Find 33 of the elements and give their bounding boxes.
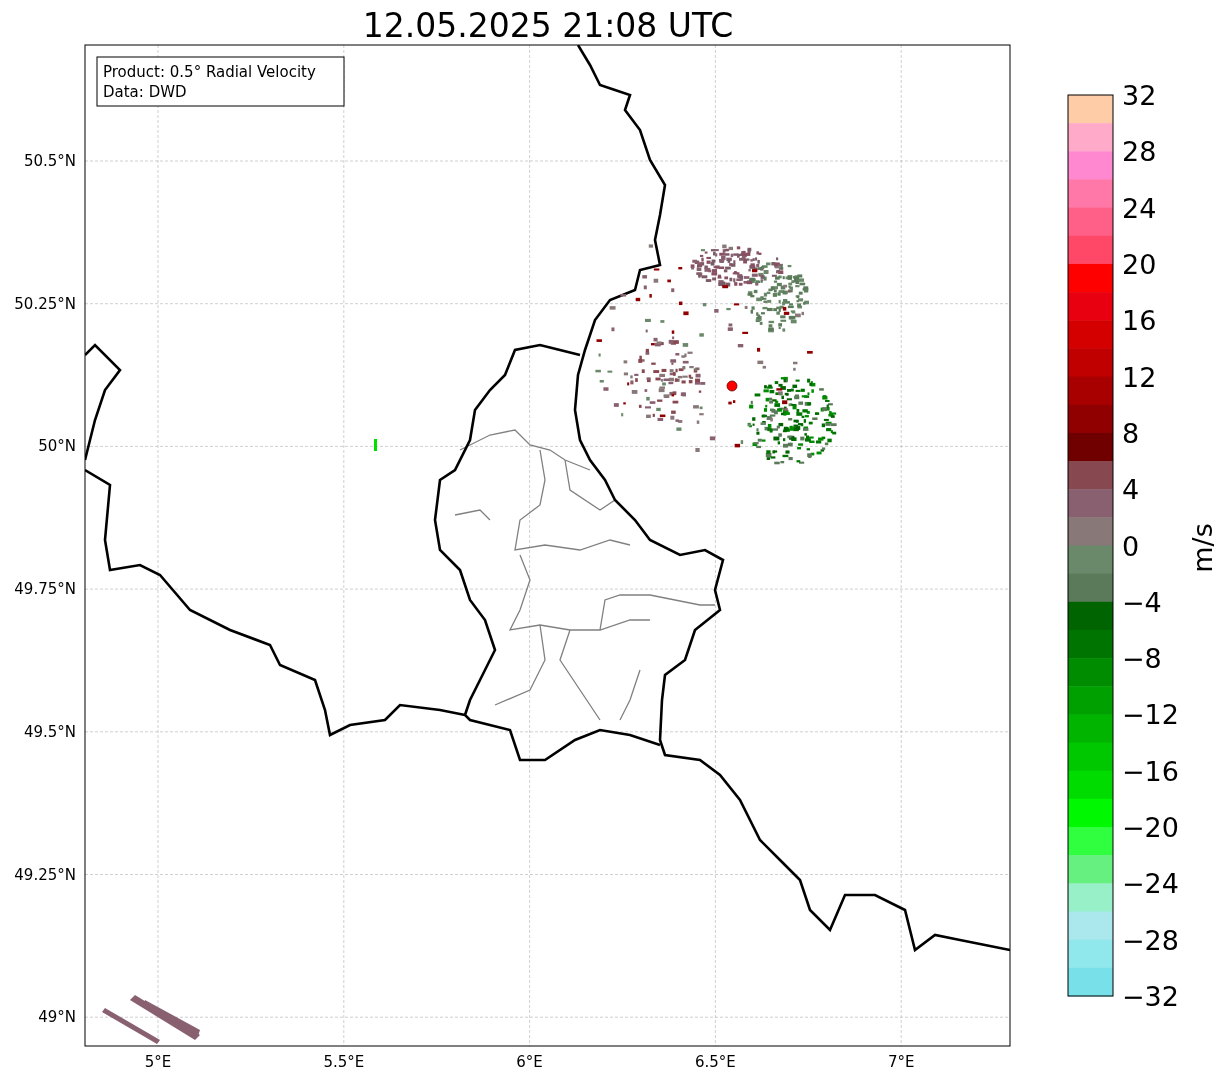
longitude-label: 5°E bbox=[144, 1053, 172, 1071]
longitude-label: 7°E bbox=[887, 1053, 915, 1071]
colorbar-tick-label: 8 bbox=[1122, 417, 1140, 449]
colorbar-tick-label: −24 bbox=[1122, 868, 1179, 900]
longitude-label: 5.5°E bbox=[323, 1053, 365, 1071]
latitude-label: 49.25°N bbox=[14, 865, 76, 884]
latitude-label: 50.25°N bbox=[14, 294, 76, 313]
colorbar-tick-label: −28 bbox=[1122, 924, 1179, 956]
colorbar-tick-label: 16 bbox=[1122, 305, 1157, 337]
colorbar-tick-label: −4 bbox=[1122, 586, 1162, 618]
colorbar-tick-label: −32 bbox=[1122, 981, 1179, 1012]
chart-title: 12.05.2025 21:08 UTC bbox=[362, 6, 734, 45]
latitude-label: 50.5°N bbox=[23, 152, 76, 170]
latitude-label: 49.75°N bbox=[14, 580, 76, 599]
colorbar-tick-label: −20 bbox=[1122, 812, 1179, 844]
colorbar-tick-label: 28 bbox=[1122, 136, 1157, 168]
colorbar-tick-label: −12 bbox=[1122, 699, 1179, 731]
info-text: Data: DWD bbox=[103, 83, 187, 101]
info-text: Product: 0.5° Radial Velocity bbox=[103, 63, 316, 81]
colorbar-tick-label: 24 bbox=[1122, 192, 1157, 224]
colorbar-tick-label: 4 bbox=[1122, 474, 1140, 506]
colorbar-tick-label: 32 bbox=[1122, 80, 1157, 111]
latitude-label: 49°N bbox=[38, 1008, 76, 1027]
latitude-label: 50°N bbox=[38, 437, 76, 456]
colorbar-unit-label: m/s bbox=[1187, 523, 1218, 573]
colorbar-tick-label: 20 bbox=[1122, 248, 1157, 280]
colorbar-tick-label: −16 bbox=[1122, 755, 1179, 787]
latitude-label: 49.5°N bbox=[23, 722, 76, 741]
longitude-label: 6.5°E bbox=[695, 1053, 736, 1071]
longitude-label: 6°E bbox=[516, 1053, 543, 1071]
colorbar-tick-label: 0 bbox=[1122, 530, 1140, 562]
colorbar-tick-label: −8 bbox=[1122, 643, 1162, 675]
colorbar-tick-label: 12 bbox=[1122, 361, 1157, 393]
